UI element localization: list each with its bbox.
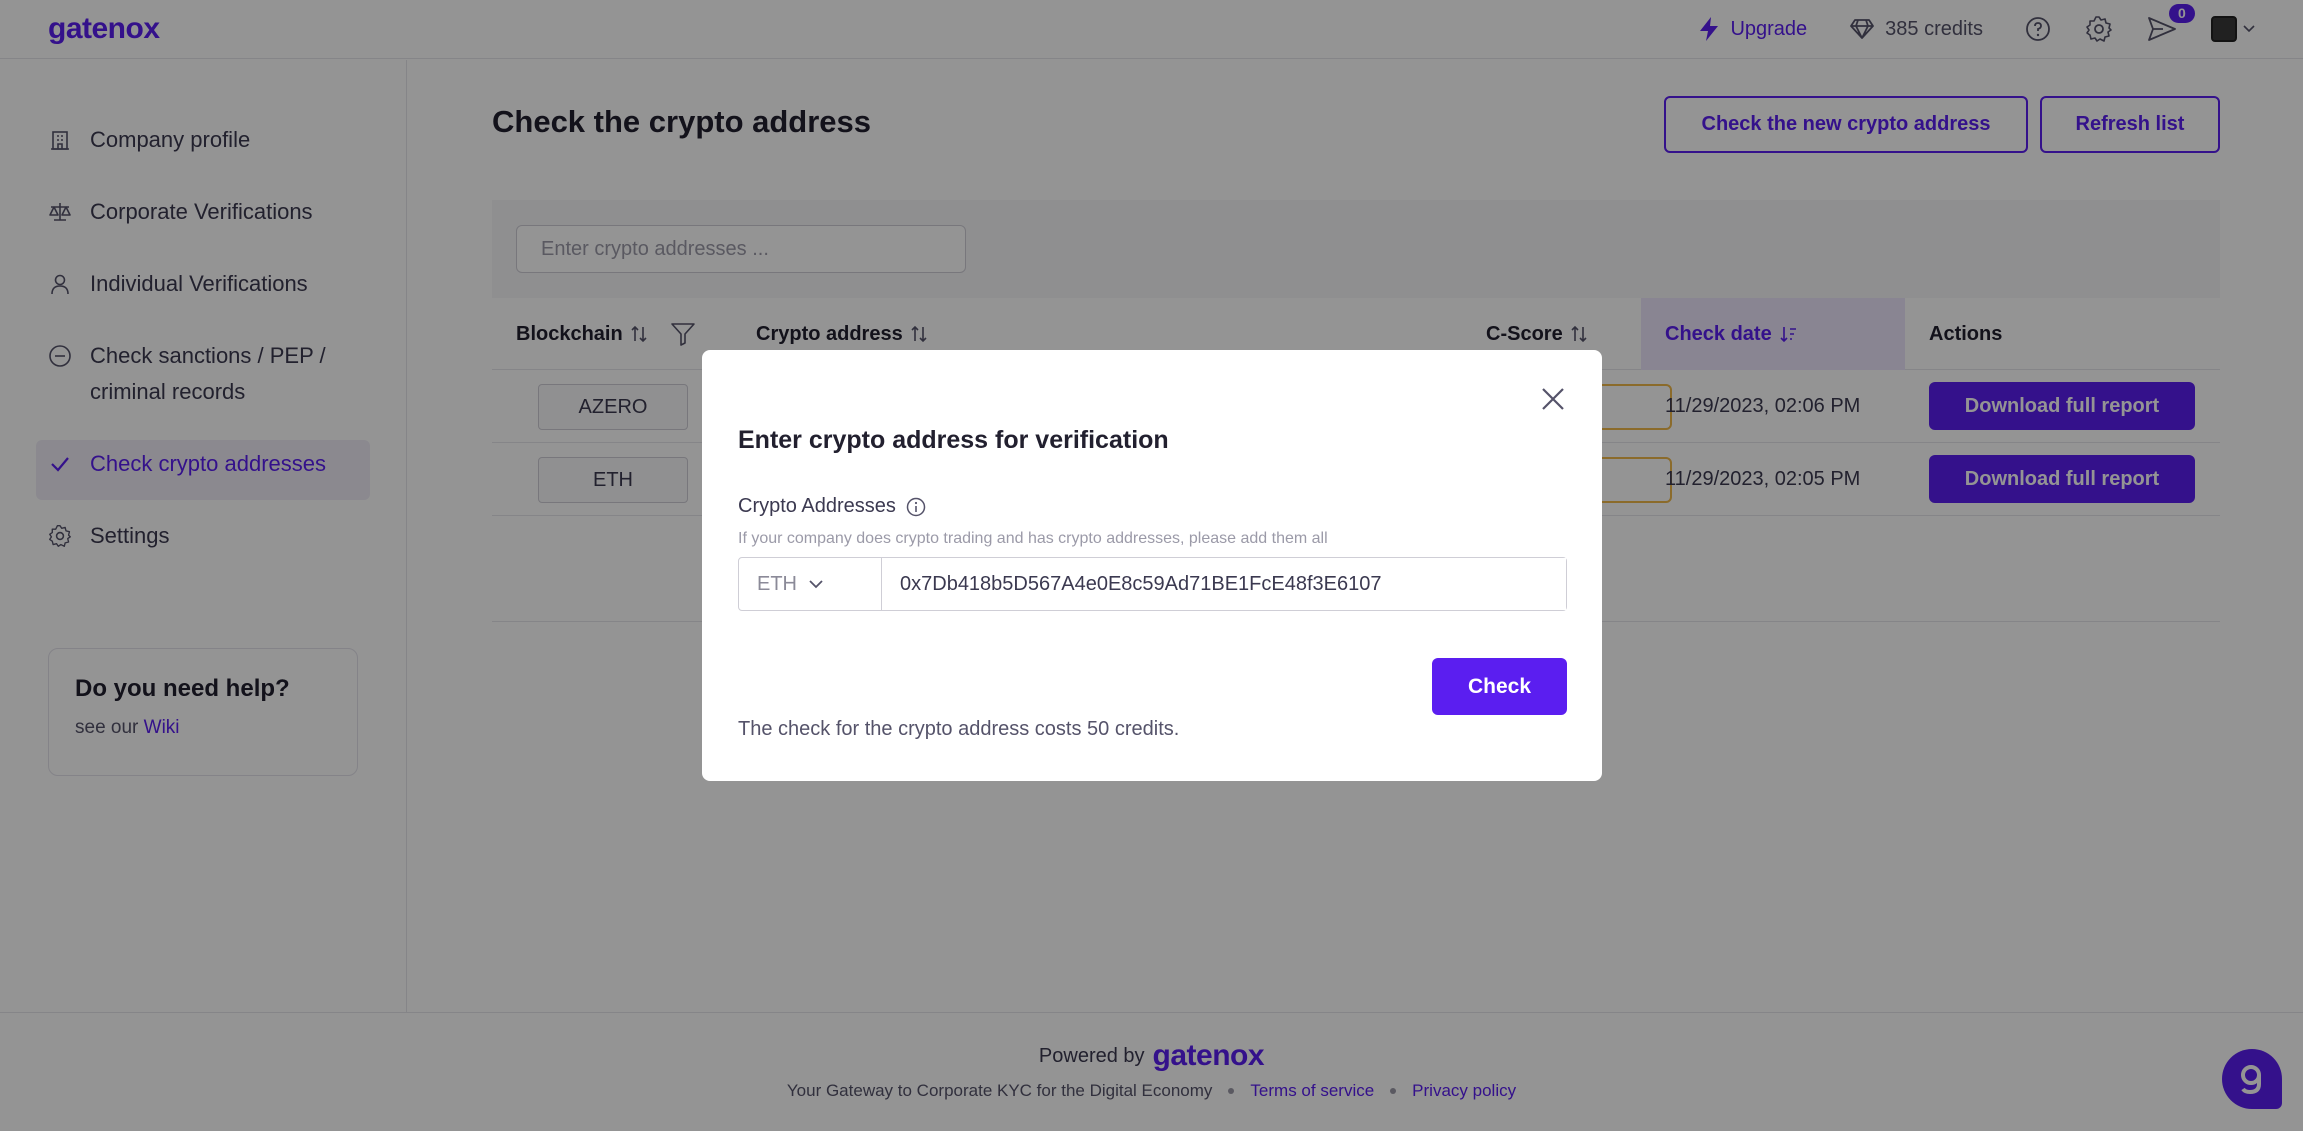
close-icon: [1540, 386, 1566, 412]
cost-notice: The check for the crypto address costs 5…: [738, 718, 1180, 740]
chevron-down-icon: [809, 579, 823, 589]
modal-title: Enter crypto address for verification: [738, 426, 1169, 454]
field-hint: If your company does crypto trading and …: [738, 530, 1328, 547]
check-button[interactable]: Check: [1432, 658, 1567, 715]
blockchain-select[interactable]: ETH: [739, 558, 882, 610]
info-icon[interactable]: [906, 497, 926, 517]
close-button[interactable]: [1540, 386, 1566, 412]
verification-modal: Enter crypto address for verification Cr…: [702, 350, 1602, 781]
crypto-address-input-group: ETH: [738, 557, 1567, 611]
blockchain-select-value: ETH: [757, 572, 797, 595]
crypto-address-input[interactable]: [882, 558, 1566, 610]
field-label-text: Crypto Addresses: [738, 495, 896, 517]
crypto-addresses-label: Crypto Addresses: [738, 495, 926, 518]
